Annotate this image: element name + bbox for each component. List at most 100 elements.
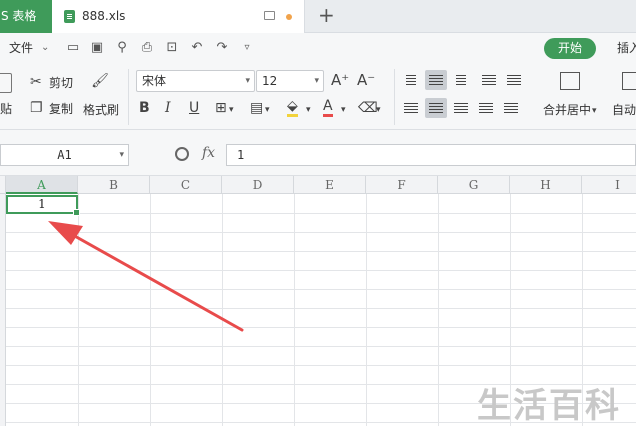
file-menu[interactable]: 文件 xyxy=(9,33,33,63)
column-header-a[interactable]: A xyxy=(6,176,78,194)
chevron-down-icon: ▾ xyxy=(119,150,124,160)
monitor-icon[interactable] xyxy=(264,11,275,20)
chevron-down-icon[interactable]: ▾ xyxy=(229,102,234,118)
spreadsheet-file-icon xyxy=(64,10,75,23)
distributed-button[interactable] xyxy=(500,98,522,118)
align-middle-button[interactable] xyxy=(425,70,447,90)
chevron-down-icon[interactable]: ▾ xyxy=(341,102,346,118)
merge-cells-icon[interactable] xyxy=(560,72,580,90)
unsaved-dot-icon xyxy=(286,14,292,20)
font-name-value: 宋体 xyxy=(142,74,167,88)
chevron-down-icon[interactable]: ▾ xyxy=(306,102,311,118)
column-header-g[interactable]: G xyxy=(438,176,510,194)
redo-icon[interactable]: ↷ xyxy=(215,41,229,55)
column-header-e[interactable]: E xyxy=(294,176,366,194)
border-icon[interactable]: ⊞ xyxy=(215,100,227,116)
file-tab[interactable]: 888.xls xyxy=(52,0,305,33)
align-top-button[interactable] xyxy=(400,70,422,90)
print-icon[interactable]: ⎙ xyxy=(140,41,154,55)
quick-access-more-icon[interactable]: ▿ xyxy=(240,41,254,55)
align-right-icon xyxy=(454,103,468,104)
auto-wrap-button[interactable]: 自动 xyxy=(612,101,636,118)
align-left-icon xyxy=(404,103,418,104)
chevron-down-icon[interactable]: ▾ xyxy=(376,102,381,118)
group-separator xyxy=(394,69,395,125)
justify-icon xyxy=(479,103,493,104)
column-header-f[interactable]: F xyxy=(366,176,438,194)
decrease-indent-button[interactable] xyxy=(478,70,500,90)
align-top-icon xyxy=(406,75,416,76)
format-painter-button[interactable]: 格式刷 xyxy=(83,101,119,118)
column-header-h[interactable]: H xyxy=(510,176,582,194)
italic-button[interactable]: I xyxy=(165,100,171,116)
column-header-d[interactable]: D xyxy=(222,176,294,194)
grid-row-line xyxy=(6,327,636,328)
ribbon-toolbar: 贴 ✂ 剪切 ❐ 复制 🖌 格式刷 宋体 ▾ 12 ▾ A⁺ A⁻ B I U … xyxy=(0,63,636,130)
start-tab-button[interactable]: 开始 xyxy=(544,38,596,59)
cell-style-icon[interactable]: ▤ xyxy=(250,100,263,116)
align-bottom-button[interactable] xyxy=(450,70,472,90)
grid-row-line xyxy=(6,270,636,271)
grid-row-line xyxy=(6,251,636,252)
cell-a1[interactable]: 1 xyxy=(6,195,80,216)
merge-center-button[interactable]: 合并居中 xyxy=(543,101,591,118)
copy-icon[interactable]: ❐ xyxy=(30,100,43,116)
font-color-icon[interactable]: A xyxy=(323,98,333,117)
chevron-down-icon[interactable]: ▾ xyxy=(592,103,597,119)
grid-row-line xyxy=(6,308,636,309)
grid-column-line xyxy=(78,194,79,426)
search-doc-icon[interactable]: ⚲ xyxy=(115,41,129,55)
paste-icon[interactable] xyxy=(0,73,12,93)
paste-label[interactable]: 贴 xyxy=(0,100,12,117)
copy-button[interactable]: 复制 xyxy=(49,100,73,117)
align-center-button[interactable] xyxy=(425,98,447,118)
grid-column-line xyxy=(222,194,223,426)
open-folder-icon[interactable]: ▭ xyxy=(66,41,80,55)
fx-icon[interactable]: fx xyxy=(202,145,215,161)
increase-font-icon[interactable]: A⁺ xyxy=(331,72,349,88)
name-box-value: A1 xyxy=(57,148,72,162)
app-tab[interactable]: S 表格 xyxy=(0,0,52,33)
eraser-icon[interactable]: ⌫ xyxy=(358,100,378,116)
column-header-b[interactable]: B xyxy=(78,176,150,194)
undo-icon[interactable]: ↶ xyxy=(190,41,204,55)
align-middle-icon xyxy=(429,75,443,76)
increase-indent-button[interactable] xyxy=(503,70,525,90)
chevron-down-icon[interactable]: ▾ xyxy=(265,102,270,118)
chevron-down-icon: ▾ xyxy=(314,76,319,86)
watermark-text: 生活百科 xyxy=(477,386,621,426)
decrease-font-icon[interactable]: A⁻ xyxy=(357,72,375,88)
cut-button[interactable]: 剪切 xyxy=(49,74,73,91)
font-size-value: 12 xyxy=(262,74,278,88)
zoom-icon[interactable] xyxy=(175,147,189,161)
grid-row-line xyxy=(6,289,636,290)
row-header-strip[interactable] xyxy=(0,194,6,426)
formula-input[interactable]: 1 xyxy=(226,144,636,166)
name-box[interactable]: A1 ▾ xyxy=(0,144,129,166)
print-preview-icon[interactable]: ⊡ xyxy=(165,41,179,55)
title-tab-bar: S 表格 888.xls + xyxy=(0,0,636,33)
decrease-indent-icon xyxy=(482,75,496,76)
group-separator xyxy=(128,69,129,125)
new-tab-button[interactable]: + xyxy=(318,4,335,26)
bold-button[interactable]: B xyxy=(139,100,150,116)
grid-row-line xyxy=(6,213,636,214)
increase-indent-icon xyxy=(507,75,521,76)
column-header-c[interactable]: C xyxy=(150,176,222,194)
scissors-icon[interactable]: ✂ xyxy=(30,74,42,90)
justify-button[interactable] xyxy=(475,98,497,118)
font-size-select[interactable]: 12 ▾ xyxy=(256,70,324,92)
format-painter-icon[interactable]: 🖌 xyxy=(91,73,109,93)
font-name-select[interactable]: 宋体 ▾ xyxy=(136,70,255,92)
align-right-button[interactable] xyxy=(450,98,472,118)
grid-row-line xyxy=(6,346,636,347)
underline-button[interactable]: U xyxy=(189,100,199,116)
grid-column-line xyxy=(438,194,439,426)
chevron-down-icon[interactable]: ⌄ xyxy=(41,33,49,63)
wrap-text-icon[interactable] xyxy=(622,72,636,90)
fill-color-icon[interactable]: ⬙ xyxy=(287,98,298,117)
save-icon[interactable]: ▣ xyxy=(90,41,104,55)
align-left-button[interactable] xyxy=(400,98,422,118)
column-header-i[interactable]: I xyxy=(582,176,636,194)
insert-tab[interactable]: 插入 xyxy=(617,33,636,63)
